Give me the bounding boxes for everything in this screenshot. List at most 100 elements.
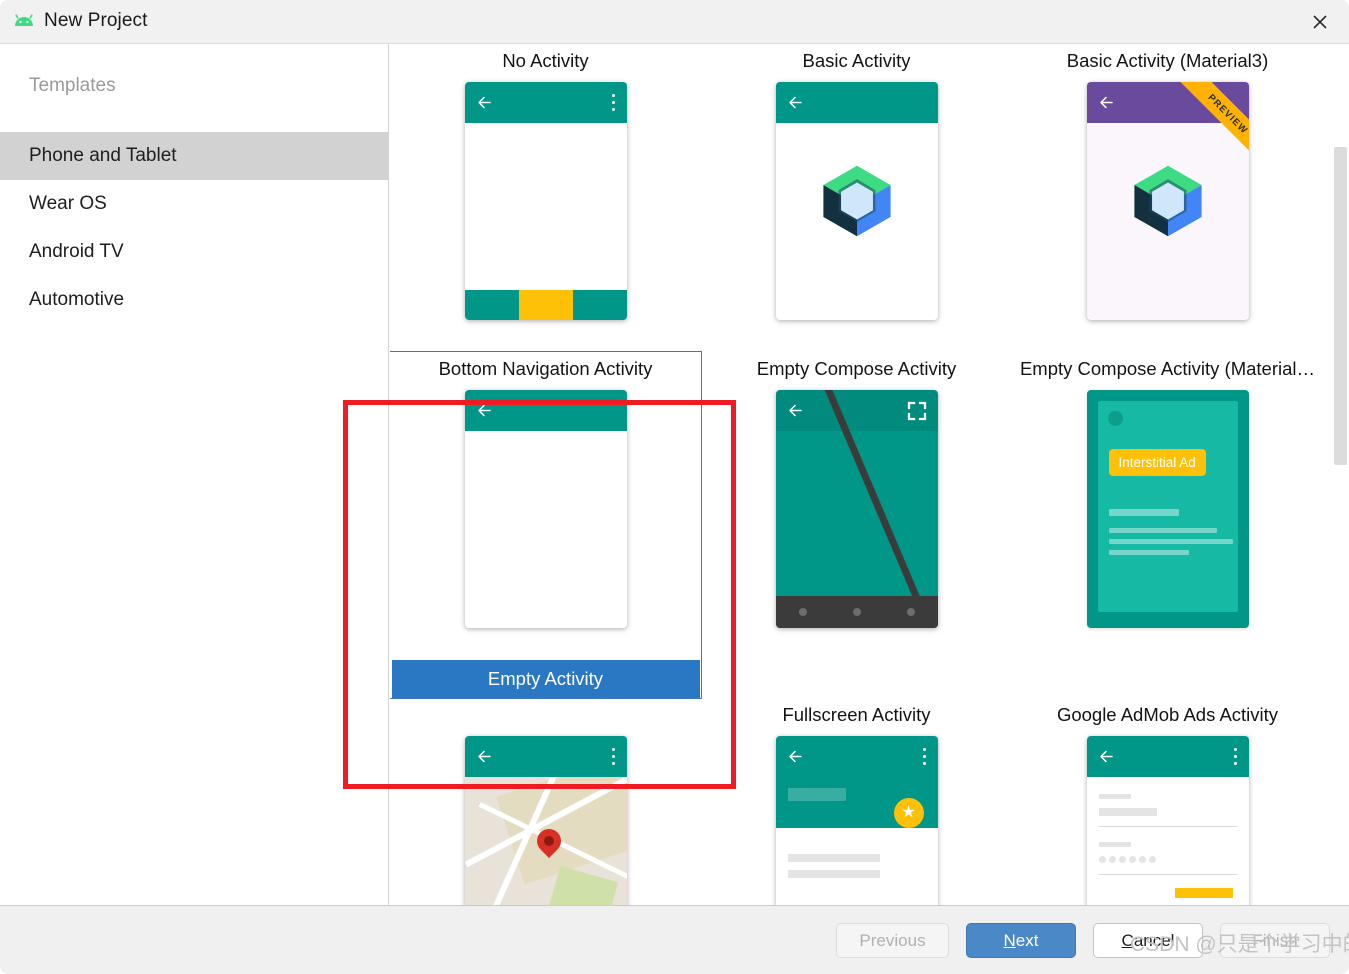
back-arrow-icon [476, 94, 493, 111]
sidebar-item-label: Android TV [29, 241, 124, 262]
gallery-scrollbar-thumb[interactable] [1334, 147, 1347, 465]
app-bar [464, 736, 627, 777]
template-label: Google AdMob Ads Activity [1056, 704, 1279, 725]
field-underline [1098, 874, 1237, 875]
field-value [1098, 808, 1157, 816]
template-thumbnail [390, 77, 701, 352]
previous-button[interactable]: Previous [836, 923, 949, 958]
title-bar: New Project [0, 0, 1349, 44]
template-card-empty-compose-activity[interactable]: Empty Compose Activity [701, 352, 1012, 698]
sidebar-item-label: Automotive [29, 289, 125, 310]
password-dot [1108, 856, 1116, 863]
back-arrow-icon [1098, 94, 1115, 111]
window-title: New Project [44, 10, 148, 31]
dialog-body: Templates Phone and Tablet Wear OS Andro… [0, 44, 1349, 905]
phone-preview [464, 736, 627, 905]
admob-preview: Interstitial Ad [1086, 390, 1249, 628]
field-underline [1098, 826, 1237, 827]
back-arrow-icon [476, 402, 493, 419]
close-icon[interactable] [1291, 0, 1349, 43]
template-thumbnail: ★ [701, 731, 1012, 905]
sidebar-item-automotive[interactable]: Automotive [0, 276, 388, 324]
fullscreen-preview-body [775, 390, 938, 628]
sidebar-item-wear-os[interactable]: Wear OS [0, 180, 388, 228]
template-label: Fullscreen Activity [782, 704, 931, 725]
new-project-dialog: New Project Templates Phone and Tablet W… [0, 0, 1349, 974]
avatar [1107, 411, 1123, 426]
template-label: Empty Compose Activity (Material… [1019, 358, 1316, 379]
bottom-navigation-bar [464, 290, 627, 320]
template-thumbnail [390, 731, 701, 905]
nav-dot [852, 608, 861, 616]
nav-dot [906, 608, 915, 616]
template-card-login-activity[interactable] [1012, 731, 1323, 905]
template-card-google-maps-activity[interactable] [390, 731, 701, 905]
template-card-basic-activity[interactable]: Basic Activity [701, 44, 1012, 352]
phone-preview: ★ [775, 736, 938, 905]
phone-preview [464, 82, 627, 320]
phone-preview [775, 82, 938, 320]
template-row: Bottom Navigation Activity Empty Activit… [390, 351, 1330, 699]
phone-preview: PREVIEW [1086, 82, 1249, 320]
templates-sidebar: Templates Phone and Tablet Wear OS Andro… [0, 44, 389, 905]
template-card-google-admob-ads-activity[interactable]: Google AdMob Ads Activity [1012, 698, 1323, 731]
app-bar [464, 82, 627, 123]
jetpack-compose-logo-icon [815, 159, 899, 243]
sidebar-item-android-tv[interactable]: Android TV [0, 228, 388, 276]
template-row: ★ [390, 731, 1330, 905]
phone-preview [1086, 736, 1249, 905]
sidebar-header: Templates [29, 75, 116, 96]
cancel-button[interactable]: Cancel [1093, 923, 1203, 958]
sidebar-list: Phone and Tablet Wear OS Android TV Auto… [0, 132, 388, 324]
next-button[interactable]: Next [966, 923, 1076, 958]
template-label: Basic Activity [802, 50, 911, 71]
template-thumbnail [390, 698, 701, 703]
jetpack-compose-logo-icon [1126, 159, 1210, 243]
nav-dot [798, 608, 807, 616]
system-nav-bar [775, 596, 938, 628]
placeholder-line [787, 854, 880, 862]
sidebar-item-label: Wear OS [29, 193, 107, 214]
cancel-button-label: ancel [1133, 930, 1175, 950]
overflow-menu-icon [611, 94, 615, 111]
template-card-fullscreen-activity[interactable]: Fullscreen Activity [701, 698, 1012, 731]
title-placeholder [787, 788, 846, 801]
submit-button-placeholder [1174, 888, 1233, 898]
template-thumbnail [701, 385, 1012, 660]
template-thumbnail [1012, 731, 1323, 905]
sidebar-item-phone-and-tablet[interactable]: Phone and Tablet [0, 132, 388, 180]
finish-button[interactable]: Finish [1220, 923, 1330, 958]
template-label: Bottom Navigation Activity [438, 358, 653, 379]
android-robot-icon [13, 13, 35, 31]
password-dots [1098, 856, 1156, 863]
finish-button-label: Finish [1252, 930, 1298, 950]
overflow-menu-icon [922, 748, 926, 765]
star-fab-icon: ★ [893, 798, 924, 828]
template-label: Empty Compose Activity [756, 358, 957, 379]
template-card-empty-activity[interactable]: Bottom Navigation Activity Empty Activit… [390, 351, 702, 699]
interstitial-ad-badge: Interstitial Ad [1108, 449, 1206, 476]
template-card-no-activity[interactable]: No Activity [390, 44, 701, 352]
template-label: Basic Activity (Material3) [1066, 50, 1269, 71]
password-dot [1098, 856, 1106, 863]
field-label [1098, 794, 1131, 799]
back-arrow-icon [787, 402, 804, 419]
placeholder-line [1108, 550, 1189, 555]
next-button-label: ext [1015, 930, 1039, 950]
template-grid: No Activity Basic Activity Basic Activit… [390, 44, 1330, 905]
template-gallery: No Activity Basic Activity Basic Activit… [390, 44, 1349, 905]
password-dot [1138, 856, 1146, 863]
template-label: No Activity [502, 50, 589, 71]
gallery-scrollbar-track[interactable] [1332, 44, 1349, 905]
placeholder-line [787, 870, 880, 878]
template-row: Fullscreen Activity Google AdMob Ads Act… [390, 698, 1330, 731]
template-card-primary-detail-flow[interactable]: ★ [701, 731, 1012, 905]
back-arrow-icon [787, 748, 804, 765]
password-dot [1118, 856, 1126, 863]
placeholder-line [1108, 539, 1233, 544]
back-arrow-icon [476, 748, 493, 765]
password-dot [1148, 856, 1156, 863]
template-card-basic-activity-material3[interactable]: Basic Activity (Material3) PREVIEW [1012, 44, 1323, 352]
template-card-empty-compose-activity-material3[interactable]: Empty Compose Activity (Material… Inters… [1012, 352, 1323, 698]
template-thumbnail: Interstitial Ad [1012, 385, 1323, 660]
